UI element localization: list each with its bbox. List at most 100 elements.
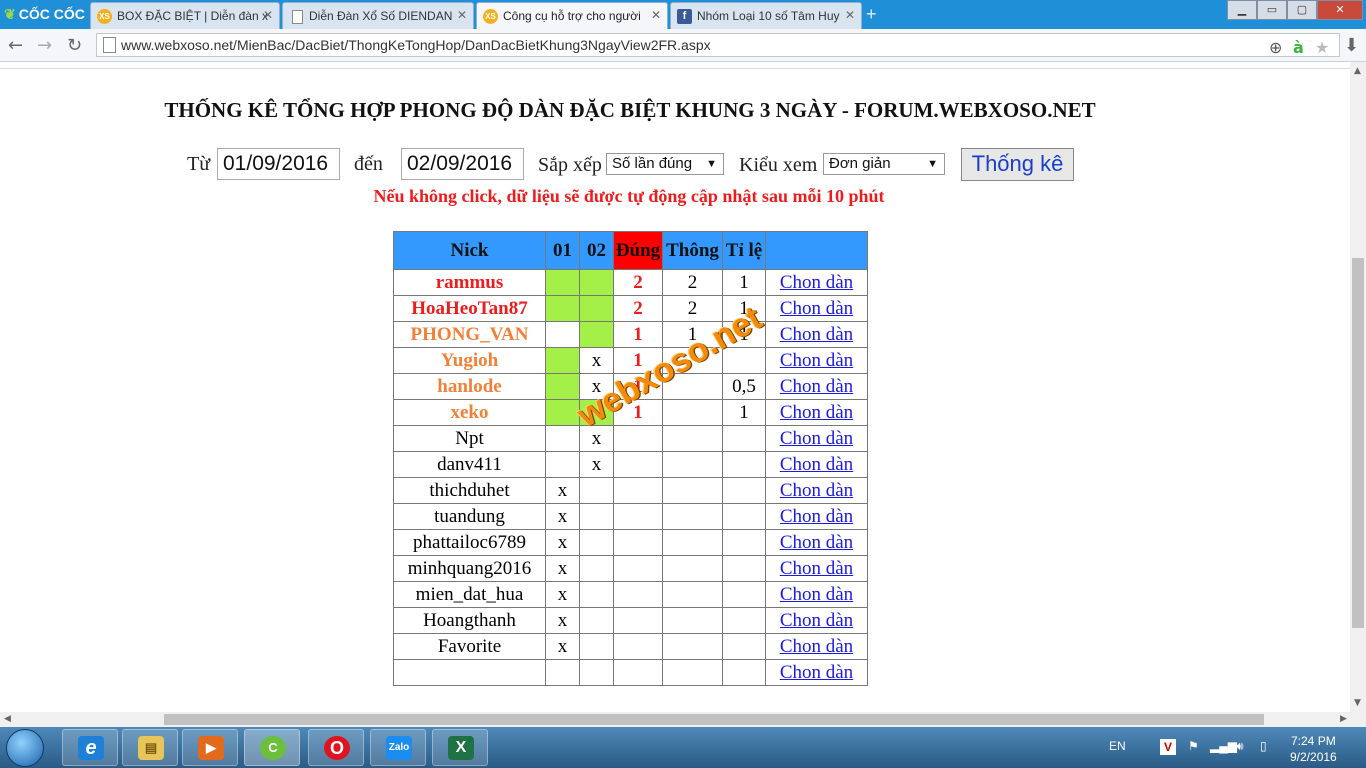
day-01-cell (545, 269, 580, 296)
tab-nhom-loai[interactable]: f Nhóm Loại 10 số Tâm Huy ✕ (670, 2, 862, 29)
action-cell: Chon dàn (765, 477, 868, 504)
network-signal-icon[interactable]: ▂▄▆ (1210, 739, 1237, 753)
forward-icon[interactable]: → (37, 35, 52, 56)
sort-select[interactable]: Số lần đúng ▼ (606, 153, 724, 175)
day-02-cell (579, 633, 614, 660)
dung-cell (613, 555, 663, 582)
back-icon[interactable]: ← (8, 35, 23, 56)
new-tab-button[interactable]: + (866, 4, 877, 25)
table-row: tuandung x Chon dàn (393, 503, 868, 530)
chon-dan-link[interactable]: Chon dàn (780, 298, 853, 319)
horizontal-scrollbar[interactable]: ◀ ▶ (0, 712, 1366, 727)
action-cell: Chon dàn (765, 373, 868, 400)
minimize-button[interactable]: ▁ (1227, 0, 1257, 20)
zoom-icon[interactable]: ⊕ (1269, 37, 1282, 59)
tab-title: BOX ĐẶC BIỆT | Diễn đàn x (117, 9, 268, 23)
tab-cong-cu[interactable]: XS Công cụ hỗ trợ cho người ✕ (476, 2, 668, 29)
dung-cell (613, 425, 663, 452)
nick-cell: thichduhet (393, 477, 546, 504)
reload-icon[interactable]: ↻ (67, 35, 82, 56)
xs-favicon-icon: XS (483, 9, 498, 24)
tab-close-icon[interactable]: ✕ (845, 8, 855, 22)
restore-button[interactable]: ▭ (1257, 0, 1287, 20)
header-02: 02 (579, 231, 614, 270)
tab-box-dac-biet[interactable]: XS BOX ĐẶC BIỆT | Diễn đàn x ✕ (90, 2, 280, 29)
system-clock[interactable]: 7:24 PM 9/2/2016 (1290, 733, 1337, 765)
translate-icon[interactable]: à (1293, 37, 1304, 59)
zalo-icon: Zalo (386, 736, 412, 760)
scroll-right-icon[interactable]: ▶ (1340, 714, 1347, 724)
close-window-button[interactable]: ✕ (1317, 0, 1363, 20)
tile-cell (722, 581, 766, 608)
chon-dan-link[interactable]: Chon dàn (780, 454, 853, 475)
bookmark-star-icon[interactable]: ★ (1315, 37, 1329, 59)
scroll-left-icon[interactable]: ◀ (4, 714, 11, 724)
tile-cell (722, 633, 766, 660)
tab-close-icon[interactable]: ✕ (651, 8, 661, 22)
vertical-scroll-thumb[interactable] (1352, 258, 1364, 628)
taskbar-zalo[interactable]: Zalo (370, 729, 426, 766)
nick-cell: PHONG_VAN (393, 321, 546, 348)
to-date-input[interactable]: 02/09/2016 (401, 148, 524, 180)
clock-date: 9/2/2016 (1290, 750, 1337, 764)
dung-cell (613, 581, 663, 608)
taskbar-excel[interactable]: X (432, 729, 488, 766)
tab-close-icon[interactable]: ✕ (457, 8, 467, 22)
to-label: đến (354, 153, 383, 175)
thong-cell (662, 581, 723, 608)
nick-cell: Yugioh (393, 347, 546, 374)
chon-dan-link[interactable]: Chon dàn (780, 428, 853, 449)
thong-cell: 2 (662, 269, 723, 296)
chon-dan-link[interactable]: Chon dàn (780, 662, 853, 683)
chon-dan-link[interactable]: Chon dàn (780, 272, 853, 293)
action-cell: Chon dàn (765, 425, 868, 452)
view-select[interactable]: Đơn giản ▼ (823, 153, 945, 175)
day-02-cell (579, 555, 614, 582)
chon-dan-link[interactable]: Chon dàn (780, 610, 853, 631)
day-02-cell: x (579, 347, 614, 374)
chon-dan-link[interactable]: Chon dàn (780, 350, 853, 371)
thong-cell (662, 425, 723, 452)
chon-dan-link[interactable]: Chon dàn (780, 506, 853, 527)
taskbar-coccoc[interactable]: C (244, 729, 300, 766)
tab-dien-dan[interactable]: Diễn Đàn Xổ Số DIENDAN ✕ (282, 2, 474, 29)
chon-dan-link[interactable]: Chon dàn (780, 558, 853, 579)
thong-ke-button[interactable]: Thống kê (961, 148, 1074, 181)
scroll-up-icon[interactable]: ▲ (1354, 66, 1361, 76)
xs-favicon-icon: XS (97, 9, 112, 24)
language-indicator[interactable]: EN (1109, 739, 1126, 753)
chon-dan-link[interactable]: Chon dàn (780, 636, 853, 657)
dung-cell (613, 529, 663, 556)
coccoc-logo[interactable]: ❦ CỐC CỐC (0, 0, 88, 29)
taskbar-opera[interactable]: O (308, 729, 364, 766)
flag-icon[interactable]: ⚑ (1188, 739, 1199, 753)
nick-cell: danv411 (393, 451, 546, 478)
chon-dan-link[interactable]: Chon dàn (780, 480, 853, 501)
volume-icon[interactable]: 🔊︎ (1236, 739, 1244, 754)
vertical-scrollbar[interactable]: ▲ ▼ (1350, 62, 1366, 712)
chon-dan-link[interactable]: Chon dàn (780, 376, 853, 397)
tab-close-icon[interactable]: ✕ (263, 8, 273, 22)
scroll-down-icon[interactable]: ▼ (1354, 698, 1361, 708)
chon-dan-link[interactable]: Chon dàn (780, 324, 853, 345)
antivirus-icon[interactable]: V (1160, 739, 1176, 755)
taskbar-explorer[interactable]: ▤ (122, 729, 178, 766)
address-bar[interactable]: www.webxoso.net/MienBac/DacBiet/ThongKeT… (96, 33, 1340, 57)
menu-icon[interactable]: ⬇ (1344, 35, 1359, 56)
from-date-input[interactable]: 01/09/2016 (217, 148, 340, 180)
battery-icon[interactable]: ▯ (1260, 739, 1267, 753)
taskbar-ie[interactable]: e (62, 729, 118, 766)
table-row: danv411 x Chon dàn (393, 451, 868, 478)
chon-dan-link[interactable]: Chon dàn (780, 584, 853, 605)
horizontal-scroll-thumb[interactable] (164, 714, 1264, 725)
table-row: HoaHeoTan87 2 2 1 Chon dàn (393, 295, 868, 322)
table-row: xeko 1 1 Chon dàn (393, 399, 868, 426)
maximize-button[interactable]: ▢ (1287, 0, 1317, 20)
start-button[interactable] (6, 729, 44, 767)
view-value: Đơn giản (829, 155, 891, 172)
thong-cell (662, 607, 723, 634)
chon-dan-link[interactable]: Chon dàn (780, 402, 853, 423)
taskbar-media[interactable]: ▶ (182, 729, 238, 766)
chon-dan-link[interactable]: Chon dàn (780, 532, 853, 553)
day-02-cell: x (579, 425, 614, 452)
